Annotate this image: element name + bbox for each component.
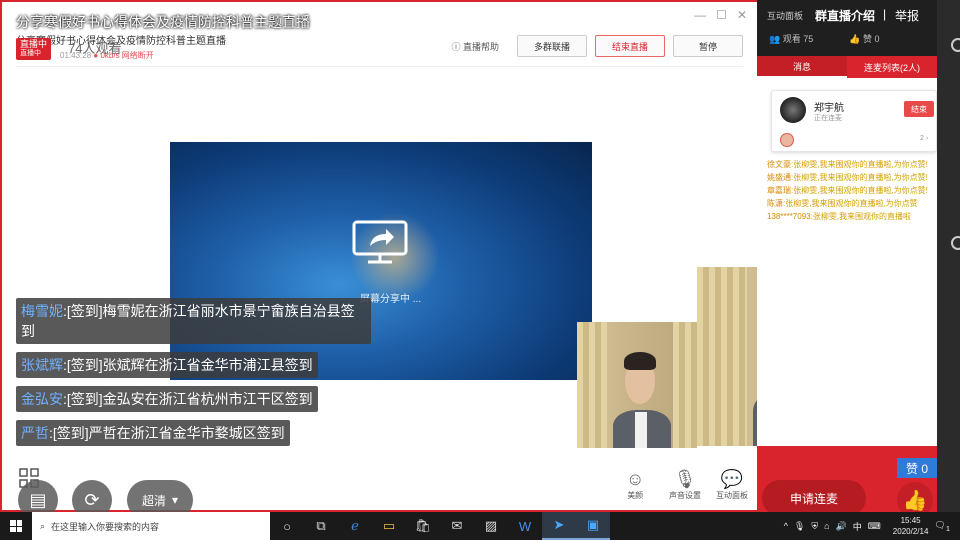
thumbs-up-icon: 👍 <box>902 489 928 512</box>
tab-mic-list[interactable]: 连麦列表(2人) <box>847 56 937 78</box>
viewers-icon: 👥 <box>769 34 781 44</box>
close-button[interactable]: ✕ <box>737 8 747 22</box>
windows-taskbar: ⌕ 在这里输入你要搜索的内容 ○ ⧉ ℯ ▭ 🛍 ✉ ▨ W ➤ ▣ ^ 🎙 ⛨… <box>0 512 960 540</box>
circle-icon[interactable] <box>951 38 960 52</box>
cortana-icon[interactable]: ○ <box>270 512 304 540</box>
live-app-icon[interactable]: ▣ <box>576 512 610 540</box>
panel-tabs: 消息 连麦列表(2人) <box>757 56 937 78</box>
face-icon: ☺ <box>626 469 645 489</box>
apply-mic-button[interactable]: 申请连麦 <box>762 480 866 516</box>
system-tray: ^ 🎙 ⛨ ⌂ 🔊 中 ⌨ 15:45 2020/2/14 🗨1 <box>784 512 950 540</box>
dingtalk-icon[interactable]: ➤ <box>542 512 576 540</box>
tab-messages[interactable]: 消息 <box>757 56 847 78</box>
chat-icon: 💬 <box>720 469 744 489</box>
thumbs-up-icon: 👍 <box>849 34 861 44</box>
taskbar-search[interactable]: ⌕ 在这里输入你要搜索的内容 <box>32 512 270 540</box>
end-live-button[interactable]: 结束直播 <box>595 35 665 57</box>
start-button[interactable] <box>0 512 32 540</box>
minimize-button[interactable]: — <box>694 8 706 22</box>
danmaku-item: 金弘安:[签到]金弘安在浙江省杭州市江干区签到 <box>16 386 318 412</box>
clock[interactable]: 15:45 2020/2/14 <box>893 515 929 537</box>
end-mic-button[interactable]: 结束 <box>904 101 934 117</box>
edge-browser-icon[interactable]: ℯ <box>338 512 372 540</box>
circle-icon[interactable] <box>951 236 960 250</box>
mic-count[interactable]: 2 › <box>920 135 928 142</box>
notification-icon[interactable]: 🗨1 <box>934 520 950 533</box>
file-explorer-icon[interactable]: ▭ <box>372 512 406 540</box>
chevron-right-icon: › <box>925 135 929 142</box>
danmaku-item: 梅雪妮:[签到]梅雪妮在浙江省丽水市景宁畲族自治县签到 <box>16 298 371 344</box>
keyboard-icon[interactable]: ⌨ <box>868 521 881 532</box>
microphone-icon: 🎙 <box>673 469 697 489</box>
panel-header: 互动面板 群直播介绍 | 举报 👥 观看 75 👍 赞 0 <box>757 0 937 56</box>
rotate-icon: ⟳ <box>84 489 100 510</box>
beauty-button[interactable]: ☺ 美颜 <box>626 468 644 501</box>
guest-camera-view[interactable] <box>577 322 697 448</box>
danmaku-item: 张斌辉:[签到]张斌辉在浙江省金华市浦江县签到 <box>16 352 318 378</box>
window-title: 分享寒假好书心得体会及疫情防控科普主题直播 <box>16 14 310 30</box>
ime-indicator[interactable]: 中 <box>853 520 862 533</box>
title-separator: | <box>883 7 887 21</box>
panel-tab-label[interactable]: 互动面板 <box>767 9 803 22</box>
audio-settings-button[interactable]: 🎙 声音设置 <box>669 468 701 501</box>
panel-footer: 申请连麦 赞 0 👍 <box>757 446 937 518</box>
chat-message: 徐文豪:张柳雯,我来围观你的直播啦,为你点赞! <box>767 160 928 169</box>
pause-button[interactable]: 暂停 <box>673 35 743 57</box>
group-intro-link[interactable]: 群直播介绍 <box>815 7 875 24</box>
window-controls: — ☐ ✕ <box>694 8 747 22</box>
chevron-up-icon[interactable]: ^ <box>784 521 788 531</box>
live-toolbar: ⓘ 直播帮助 多群联播 结束直播 暂停 <box>451 35 743 57</box>
chat-message: 章嘉瑞:张柳雯,我来围观你的直播啦,为你点赞! <box>767 186 928 195</box>
mail-icon[interactable]: ✉ <box>440 512 474 540</box>
interaction-panel: 互动面板 群直播介绍 | 举报 👥 观看 75 👍 赞 0 消息 连麦列表(2人… <box>757 0 939 518</box>
wps-icon[interactable]: W <box>508 512 542 540</box>
search-icon: ⌕ <box>40 520 46 531</box>
microphone-icon[interactable]: 🎙 <box>794 521 805 532</box>
help-icon: ⓘ <box>451 41 461 52</box>
panel-stats: 👥 观看 75 👍 赞 0 <box>769 34 880 44</box>
side-strip <box>937 0 960 512</box>
report-link[interactable]: 举报 <box>895 7 919 24</box>
chevron-down-icon: ▾ <box>171 493 179 507</box>
maximize-button[interactable]: ☐ <box>716 8 727 22</box>
like-count-badge: 赞 0 <box>897 458 937 478</box>
live-timer: 01:43:28 ● 0kb/s 网络断开 <box>60 51 154 60</box>
mic-user-card: 郑宇航 正在连麦 结束 2 › <box>771 90 937 152</box>
screen-share-view: 屏幕分享中 ... <box>170 142 592 380</box>
divider <box>16 66 743 67</box>
avatar <box>780 97 806 123</box>
task-view-icon[interactable]: ⧉ <box>304 512 338 540</box>
mic-status: 正在连麦 <box>814 115 842 122</box>
screen-root: 分享寒假好书心得体会及疫情防控科普主题直播 — ☐ ✕ 分享寒假好书心得体会及疫… <box>0 0 960 540</box>
volume-icon[interactable]: 🔊 <box>836 521 847 532</box>
shield-icon[interactable]: ⛨ <box>811 521 818 532</box>
record-icon: ▤ <box>29 489 47 510</box>
network-icon[interactable]: ⌂ <box>824 521 829 531</box>
windows-logo-icon <box>10 520 22 532</box>
chat-message: 138****7093:张柳雯,我来围观你的直播啦 <box>767 212 912 221</box>
chat-message: 姚盛通:张柳雯,我来围观你的直播啦,为你点赞! <box>767 173 928 182</box>
interaction-panel-button[interactable]: 💬 互动面板 <box>716 468 748 501</box>
live-help-link[interactable]: ⓘ 直播帮助 <box>451 40 499 53</box>
store-icon[interactable]: 🛍 <box>406 512 440 540</box>
multi-stream-button[interactable]: 多群联播 <box>517 35 587 57</box>
mic-user-name: 郑宇航 <box>814 103 844 114</box>
live-window: 分享寒假好书心得体会及疫情防控科普主题直播 — ☐ ✕ 分享寒假好书心得体会及疫… <box>0 0 757 520</box>
danmaku-item: 严哲:[签到]严哲在浙江省金华市婺城区签到 <box>16 420 290 446</box>
screen-share-icon <box>352 220 408 264</box>
avatar <box>780 133 794 147</box>
chat-list: 徐文豪:张柳雯,我来围观你的直播啦,为你点赞! 姚盛通:张柳雯,我来围观你的直播… <box>767 158 939 223</box>
photos-icon[interactable]: ▨ <box>474 512 508 540</box>
chat-message: 陈潇:张柳雯,我来围观你的直播啦,为你点赞 <box>767 199 918 208</box>
live-status-badge: 直播中 直播中 <box>16 38 52 60</box>
